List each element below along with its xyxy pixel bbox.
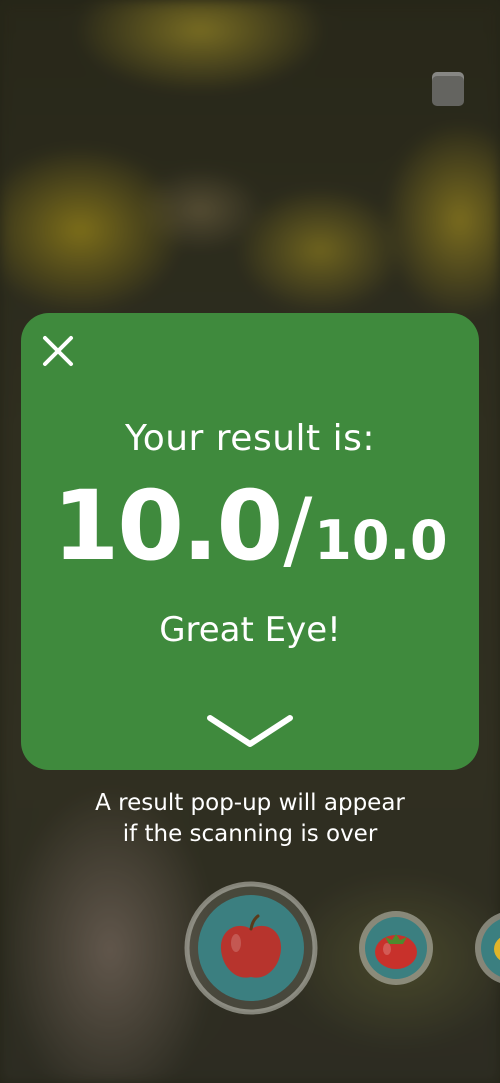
tomato-button[interactable]: [357, 909, 435, 987]
lemon-button[interactable]: [473, 909, 500, 987]
score-value: 10.0: [52, 470, 283, 582]
shutter-button[interactable]: [184, 881, 318, 1015]
scan-hint-line-1: A result pop-up will appear: [95, 790, 405, 816]
camera-screen: Your result is: 10.0/10.0 Great Eye! A r…: [0, 0, 500, 1083]
score-slash: /: [283, 480, 313, 580]
chevron-down-icon[interactable]: [205, 712, 295, 752]
result-verdict: Great Eye!: [159, 610, 341, 650]
close-icon[interactable]: [40, 333, 76, 369]
score-total: 10.0: [314, 509, 448, 572]
book-icon[interactable]: [432, 72, 464, 106]
scan-hint-line-2: if the scanning is over: [122, 821, 378, 847]
score-display: 10.0/10.0: [21, 470, 479, 582]
result-label: Your result is:: [125, 418, 375, 459]
scan-hint: A result pop-up will appear if the scann…: [0, 788, 500, 850]
